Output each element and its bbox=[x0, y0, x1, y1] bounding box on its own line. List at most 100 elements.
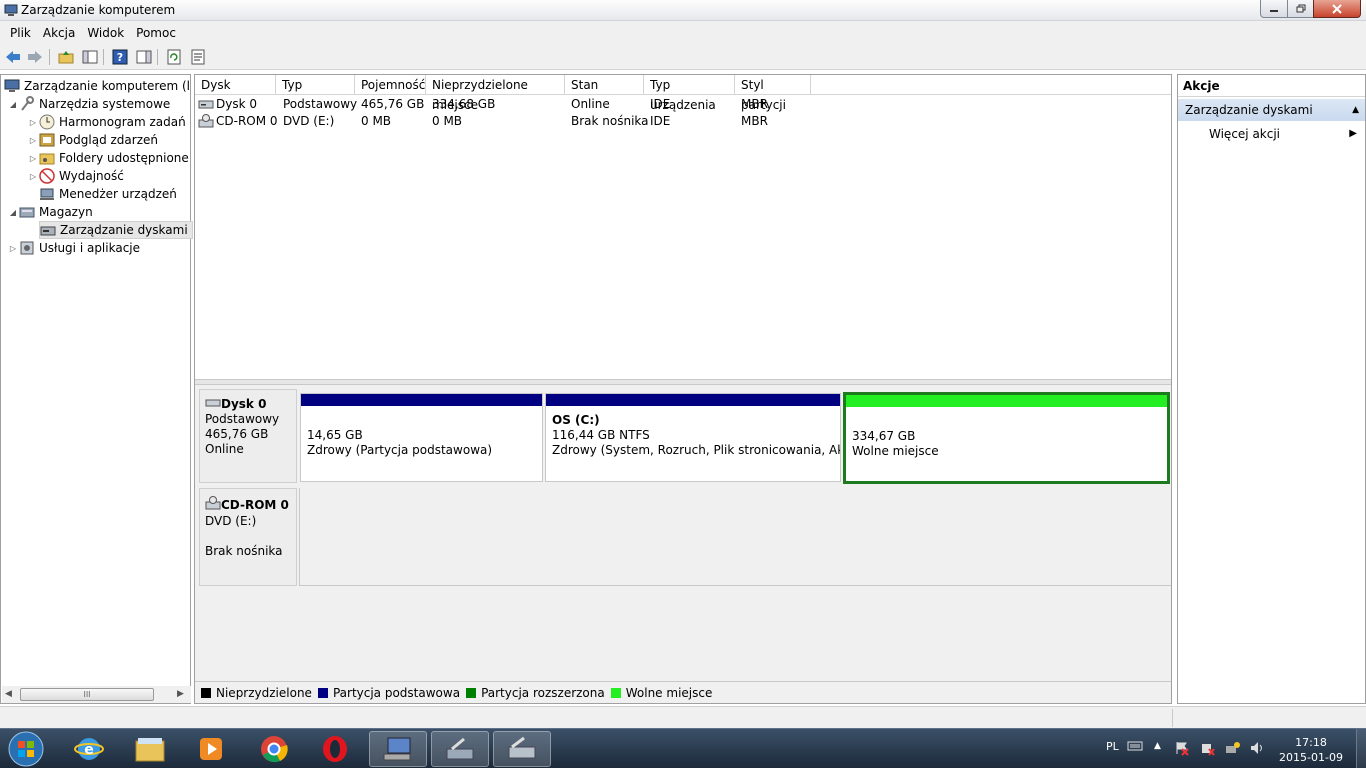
minimize-button[interactable] bbox=[1260, 0, 1288, 18]
expand-arrow-icon[interactable]: ▷ bbox=[27, 154, 39, 163]
tree-item-shared-folders[interactable]: ▷ Foldery udostępnione bbox=[27, 149, 189, 167]
volume-list-header: Dysk Typ Pojemność Nieprzydzielone miejs… bbox=[195, 75, 1171, 112]
disk-0-label[interactable]: Dysk 0 Podstawowy 465,76 GB Online bbox=[199, 389, 297, 483]
restore-button[interactable] bbox=[1287, 0, 1314, 18]
volume-icon[interactable] bbox=[1249, 740, 1265, 759]
taskbar-media-player[interactable] bbox=[182, 731, 240, 767]
power-icon[interactable] bbox=[1199, 740, 1215, 759]
menu-view[interactable]: Widok bbox=[81, 26, 130, 40]
network-icon[interactable] bbox=[1224, 740, 1242, 759]
action-center-icon[interactable] bbox=[1174, 740, 1190, 759]
cell-partition-style: MBR bbox=[741, 114, 768, 128]
folder-icon bbox=[135, 738, 165, 762]
performance-icon bbox=[39, 168, 55, 184]
disk-status: Brak nośnika bbox=[205, 544, 283, 558]
internet-explorer-icon: e bbox=[74, 738, 104, 760]
menu-help[interactable]: Pomoc bbox=[130, 26, 182, 40]
column-header-partition-style[interactable]: Styl partycji bbox=[735, 75, 811, 112]
partition-size: 116,44 GB NTFS bbox=[552, 428, 650, 442]
show-hide-tree-button[interactable] bbox=[80, 47, 100, 67]
menu-file[interactable]: Plik bbox=[4, 26, 37, 40]
column-header-disk[interactable]: Dysk bbox=[195, 75, 276, 95]
collapse-arrow-icon[interactable]: ◢ bbox=[7, 100, 19, 109]
more-actions-link[interactable]: Więcej akcji ▶ bbox=[1178, 123, 1365, 145]
console-tree-icon bbox=[82, 50, 98, 64]
chrome-icon bbox=[261, 736, 288, 763]
taskbar-tools[interactable] bbox=[431, 731, 489, 767]
column-header-unallocated[interactable]: Nieprzydzielone miejsce bbox=[426, 75, 565, 112]
taskbar-explorer[interactable] bbox=[121, 731, 179, 767]
taskbar-computer-management[interactable] bbox=[369, 731, 427, 767]
close-button[interactable] bbox=[1313, 0, 1361, 18]
tree-item-computer-management[interactable]: Zarządzanie komputerem (lokalne) bbox=[4, 77, 190, 95]
tree-item-disk-management[interactable]: Zarządzanie dyskami bbox=[39, 221, 193, 239]
taskbar-opera[interactable] bbox=[306, 731, 364, 767]
tree-horizontal-scrollbar[interactable]: ◀ III ▶ bbox=[2, 686, 191, 703]
partition-primary-1[interactable]: 14,65 GB Zdrowy (Partycja podstawowa) bbox=[300, 393, 543, 482]
keyboard-icon[interactable] bbox=[1127, 740, 1143, 755]
tree-item-performance[interactable]: ▷ Wydajność bbox=[27, 167, 124, 185]
collapse-arrow-icon[interactable]: ◢ bbox=[7, 208, 19, 217]
expand-arrow-icon[interactable]: ▷ bbox=[7, 244, 19, 253]
cell-disk-name: CD-ROM 0 bbox=[216, 114, 278, 128]
forward-button[interactable] bbox=[25, 47, 45, 67]
taskbar-chrome[interactable] bbox=[245, 731, 303, 767]
cell-unallocated: 0 MB bbox=[432, 114, 463, 128]
cell-type: DVD (E:) bbox=[283, 114, 335, 128]
submenu-arrow-icon: ▶ bbox=[1349, 128, 1357, 139]
cell-partition-style: MBR bbox=[741, 97, 768, 111]
language-indicator[interactable]: PL bbox=[1106, 740, 1119, 753]
show-hide-action-pane-button[interactable] bbox=[134, 47, 154, 67]
tree-item-event-viewer[interactable]: ▷ Podgląd zdarzeń bbox=[27, 131, 158, 149]
partition-size: 334,67 GB bbox=[852, 429, 916, 443]
expand-arrow-icon[interactable]: ▷ bbox=[27, 118, 39, 127]
clock[interactable]: 17:18 2015-01-09 bbox=[1272, 735, 1350, 765]
column-header-type[interactable]: Typ bbox=[276, 75, 355, 95]
show-hidden-icons-icon[interactable]: ▲ bbox=[1154, 741, 1161, 751]
tree-item-device-manager[interactable]: Menedżer urządzeń bbox=[39, 185, 177, 203]
back-button[interactable] bbox=[3, 47, 23, 67]
tree-item-system-tools[interactable]: ◢ Narzędzia systemowe bbox=[7, 95, 170, 113]
properties-button[interactable] bbox=[188, 47, 208, 67]
expand-arrow-icon[interactable]: ▷ bbox=[27, 136, 39, 145]
column-header-status[interactable]: Stan bbox=[565, 75, 644, 95]
svg-text:e: e bbox=[84, 742, 94, 758]
scroll-left-icon[interactable]: ◀ bbox=[5, 689, 12, 699]
taskbar-disk-utility[interactable] bbox=[493, 731, 551, 767]
show-desktop-button[interactable] bbox=[1356, 729, 1366, 768]
start-button[interactable] bbox=[4, 730, 48, 768]
legend-item: Nieprzydzielone bbox=[201, 686, 312, 700]
scroll-right-icon[interactable]: ▶ bbox=[177, 689, 184, 699]
table-row[interactable]: CD-ROM 0 DVD (E:) 0 MB 0 MB Brak nośnika… bbox=[195, 113, 1171, 130]
menu-action[interactable]: Akcja bbox=[37, 26, 81, 40]
legend-item: Wolne miejsce bbox=[610, 686, 712, 700]
refresh-button[interactable] bbox=[164, 47, 184, 67]
clock-icon bbox=[39, 114, 55, 130]
tree-label: Podgląd zdarzeń bbox=[59, 133, 158, 147]
refresh-icon bbox=[167, 49, 181, 65]
up-folder-button[interactable] bbox=[56, 47, 76, 67]
tree-item-task-scheduler[interactable]: ▷ Harmonogram zadań bbox=[27, 113, 186, 131]
actions-section-disk-management[interactable]: Zarządzanie dyskami ▲ bbox=[1178, 99, 1365, 121]
partition-os-c[interactable]: OS (C:) 116,44 GB NTFS Zdrowy (System, R… bbox=[545, 393, 841, 482]
column-header-capacity[interactable]: Pojemność bbox=[355, 75, 426, 95]
clock-date: 2015-01-09 bbox=[1279, 751, 1343, 764]
title-bar[interactable]: Zarządzanie komputerem bbox=[0, 0, 1366, 21]
scrollbar-thumb[interactable]: III bbox=[20, 688, 154, 701]
table-row[interactable]: Dysk 0 Podstawowy 465,76 GB 334,68 GB On… bbox=[195, 96, 1171, 113]
partition-free-space[interactable]: 334,67 GB Wolne miejsce bbox=[843, 392, 1170, 484]
expand-arrow-icon[interactable]: ▷ bbox=[27, 172, 39, 181]
column-header-device-type[interactable]: Typ urządzenia bbox=[644, 75, 735, 112]
cdrom-0-label[interactable]: CD-ROM 0 DVD (E:) Brak nośnika bbox=[199, 488, 297, 586]
tree-item-services-apps[interactable]: ▷ Usługi i aplikacje bbox=[7, 239, 140, 257]
collapse-arrow-icon[interactable]: ▲ bbox=[1352, 99, 1359, 121]
back-arrow-icon bbox=[6, 51, 20, 63]
cell-status: Brak nośnika bbox=[571, 114, 649, 128]
menu-bar: Plik Akcja Widok Pomoc bbox=[0, 21, 1366, 44]
tree-item-storage[interactable]: ◢ Magazyn bbox=[7, 203, 93, 221]
folder-up-icon bbox=[58, 51, 74, 64]
cell-capacity: 0 MB bbox=[361, 114, 392, 128]
action-pane-icon bbox=[136, 50, 152, 64]
taskbar-internet-explorer[interactable]: e bbox=[60, 731, 118, 767]
help-button[interactable]: ? bbox=[110, 47, 130, 67]
